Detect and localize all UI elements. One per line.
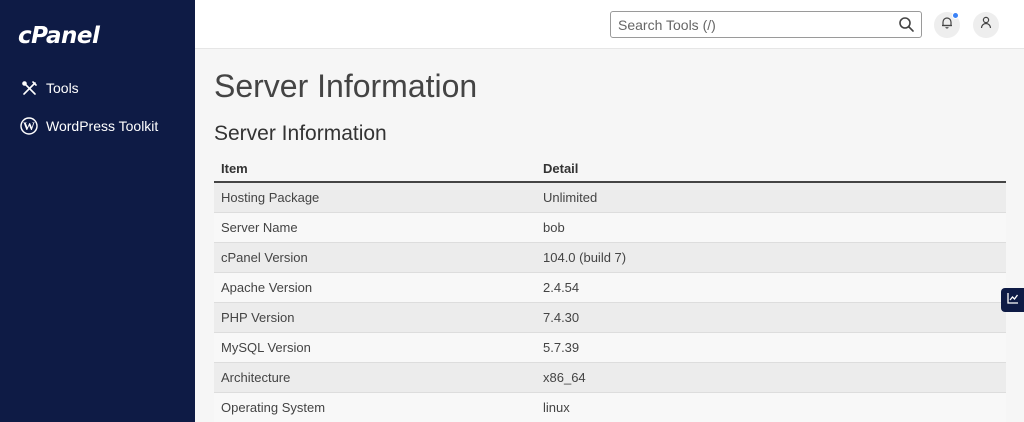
- sidebar-item-label: Tools: [46, 80, 79, 96]
- table-row: Operating System linux: [214, 391, 1006, 422]
- table-row: MySQL Version 5.7.39: [214, 331, 1006, 362]
- table-row: Apache Version 2.4.54: [214, 271, 1006, 302]
- table-row: Hosting Package Unlimited: [214, 181, 1006, 212]
- stats-side-tab[interactable]: [1001, 288, 1024, 312]
- page-title: Server Information: [214, 68, 478, 104]
- notifications-button[interactable]: [934, 12, 960, 38]
- row-detail: x86_64: [536, 361, 1006, 392]
- cpanel-logo[interactable]: cPanel: [18, 23, 100, 49]
- column-header-item: Item: [214, 155, 536, 183]
- row-detail: bob: [536, 211, 1006, 242]
- table-row: Server Name bob: [214, 211, 1006, 242]
- wordpress-icon: W: [20, 117, 38, 135]
- table-header-row: Item Detail: [214, 155, 1006, 183]
- row-detail: Unlimited: [536, 181, 1006, 212]
- row-item: PHP Version: [214, 301, 536, 332]
- notification-dot: [952, 12, 959, 19]
- sidebar-item-wordpress-toolkit[interactable]: W WordPress Toolkit: [20, 115, 158, 137]
- section-title: Server Information: [214, 122, 387, 145]
- row-item: Apache Version: [214, 271, 536, 302]
- table-row: Architecture x86_64: [214, 361, 1006, 392]
- user-icon: [980, 16, 992, 34]
- row-item: Architecture: [214, 361, 536, 392]
- tools-icon: [20, 79, 38, 97]
- sidebar-item-label: WordPress Toolkit: [46, 118, 159, 134]
- row-detail: 104.0 (build 7): [536, 241, 1006, 272]
- row-detail: linux: [536, 391, 1006, 422]
- top-bar: [195, 0, 1024, 49]
- row-item: Hosting Package: [214, 181, 536, 212]
- user-menu-button[interactable]: [973, 12, 999, 38]
- row-item: MySQL Version: [214, 331, 536, 362]
- server-info-table: Item Detail Hosting Package Unlimited Se…: [214, 155, 1006, 422]
- sidebar-item-tools[interactable]: Tools: [20, 77, 79, 99]
- row-item: cPanel Version: [214, 241, 536, 272]
- table-row: cPanel Version 104.0 (build 7): [214, 241, 1006, 272]
- row-detail: 5.7.39: [536, 331, 1006, 362]
- row-item: Operating System: [214, 391, 536, 422]
- row-item: Server Name: [214, 211, 536, 242]
- chart-icon: [1006, 291, 1019, 309]
- row-detail: 2.4.54: [536, 271, 1006, 302]
- sidebar: cPanel Tools W WordPress Toolkit: [0, 0, 195, 422]
- search-icon[interactable]: [898, 16, 915, 33]
- bell-icon: [941, 16, 953, 34]
- table-row: PHP Version 7.4.30: [214, 301, 1006, 332]
- svg-text:W: W: [23, 119, 35, 133]
- search-box[interactable]: [610, 11, 922, 38]
- column-header-detail: Detail: [536, 155, 1006, 183]
- main-content: Server Information Server Information It…: [195, 49, 1024, 422]
- search-input[interactable]: [611, 12, 881, 37]
- row-detail: 7.4.30: [536, 301, 1006, 332]
